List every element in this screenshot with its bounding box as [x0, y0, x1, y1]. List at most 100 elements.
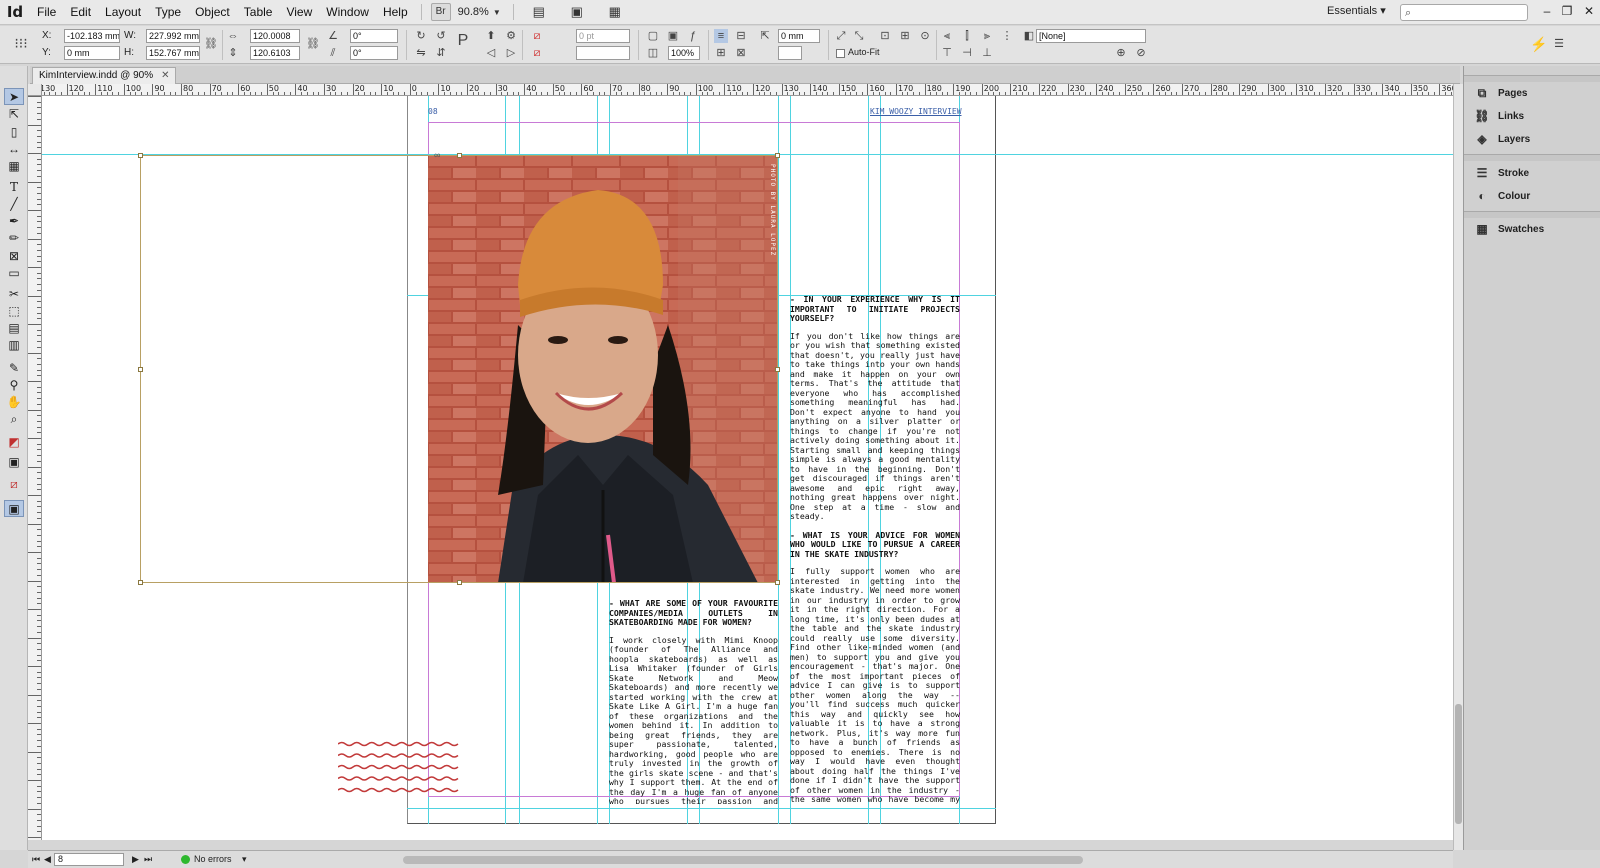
fx-icon[interactable]: ƒ [686, 29, 700, 43]
align-right-icon[interactable]: ⫸ [980, 29, 994, 43]
select-previous-icon[interactable]: ◁ [484, 46, 498, 60]
arrange-documents-icon[interactable]: ▦ [602, 3, 628, 21]
menu-layout[interactable]: Layout [98, 0, 148, 25]
panel-pages[interactable]: ⧉ Pages [1464, 82, 1600, 104]
text-wrap-jump-icon[interactable]: ⊠ [734, 46, 748, 60]
close-icon[interactable]: ✕ [1578, 2, 1600, 20]
resize-handle-r[interactable] [775, 367, 780, 372]
zoom-dropdown-icon[interactable]: ▼ [493, 8, 501, 17]
opacity-field[interactable]: 100% [668, 46, 700, 60]
hand-tool-icon[interactable]: ✋ [4, 394, 24, 411]
h-field[interactable]: 152.767 mm [146, 46, 200, 60]
panel-stroke[interactable]: ☰ Stroke [1464, 162, 1600, 184]
align-bottom-icon[interactable]: ⊥ [980, 46, 994, 60]
menu-edit[interactable]: Edit [63, 0, 98, 25]
eyedropper-tool-icon[interactable]: ⚲ [4, 377, 24, 394]
menu-file[interactable]: File [30, 0, 63, 25]
effects-icon[interactable]: ▣ [666, 29, 680, 43]
text-wrap-bbox-icon[interactable]: ⊟ [734, 29, 748, 43]
scale-x-field[interactable]: 120.0008 [250, 29, 300, 43]
distribute-icon[interactable]: ⋮ [1000, 29, 1014, 43]
stroke-swatch-icon[interactable]: ⧄ [530, 46, 544, 60]
search-input[interactable]: ⌕ [1400, 4, 1528, 21]
panel-swatches[interactable]: ▦ Swatches [1464, 218, 1600, 240]
object-style-select[interactable]: [None] [1036, 29, 1146, 43]
preflight-status[interactable]: No errors [194, 854, 232, 864]
panel-links[interactable]: ⛓ Links [1464, 105, 1600, 127]
constrain-proportions-icon[interactable]: ⛓ [204, 37, 218, 51]
pasteboard[interactable]: 08 KIM WOOZY INTERVIEW PHOTO BY LAURA LO… [42, 96, 1453, 840]
resize-handle-bl[interactable] [138, 580, 143, 585]
w-field[interactable]: 227.992 mm [146, 29, 200, 43]
rotate-cw-icon[interactable]: ↻ [414, 29, 428, 43]
preflight-menu-icon[interactable]: ▾ [242, 854, 247, 865]
scale-y-field[interactable]: 120.6103 [250, 46, 300, 60]
reference-point-icon[interactable]: ⁝⁝⁝ [14, 36, 28, 50]
page-tool-icon[interactable]: ▯ [4, 124, 24, 141]
object-style-clear-icon[interactable]: ⊘ [1134, 46, 1148, 60]
text-frame-middle-column[interactable]: - WHAT ARE SOME OF YOUR FAVOURITE COMPAN… [609, 599, 778, 804]
close-tab-icon[interactable]: ✕ [161, 70, 169, 81]
scissors-tool-icon[interactable]: ✂ [4, 286, 24, 303]
select-content-icon[interactable]: ⚙ [504, 29, 518, 43]
bridge-button[interactable]: Br [430, 3, 451, 21]
apply-none-icon[interactable]: ⧄ [4, 476, 24, 493]
flip-horizontal-icon[interactable]: ⇋ [414, 46, 428, 60]
fit-content-proportional-icon[interactable]: ⤢ [834, 29, 848, 43]
text-frame-right-column[interactable]: - IN YOUR EXPERIENCE WHY IS IT IMPORTANT… [790, 295, 960, 805]
resize-handle-b[interactable] [457, 580, 462, 585]
resize-handle-tr[interactable] [775, 153, 780, 158]
horizontal-scroll-thumb[interactable] [403, 856, 1083, 864]
zoom-level[interactable]: 90.8% [458, 6, 489, 18]
constrain-scale-icon[interactable]: ⛓ [306, 37, 320, 51]
stroke-type-field[interactable] [576, 46, 630, 60]
free-transform-tool-icon[interactable]: ⬚ [4, 303, 24, 320]
rectangle-frame-tool-icon[interactable]: ⊠ [4, 248, 24, 265]
autofit-checkbox[interactable] [836, 49, 845, 58]
gpu-performance-icon[interactable]: ⚡ [1530, 37, 1547, 51]
gradient-swatch-tool-icon[interactable]: ▤ [4, 320, 24, 337]
next-page-icon[interactable]: ▶ [132, 854, 139, 865]
formatting-affects-icon[interactable]: ▣ [4, 454, 24, 471]
page-number-field[interactable]: 8 [54, 853, 124, 866]
column-guide[interactable] [778, 96, 779, 824]
minimize-icon[interactable]: – [1536, 2, 1558, 20]
corner-shape-field[interactable] [778, 46, 802, 60]
align-top-icon[interactable]: ⊤ [940, 46, 954, 60]
menu-window[interactable]: Window [319, 0, 376, 25]
shear-field[interactable]: 0° [350, 46, 398, 60]
rotate-ccw-icon[interactable]: ↺ [434, 29, 448, 43]
fit-frame-content-icon[interactable]: ⊞ [898, 29, 912, 43]
content-collector-icon[interactable]: ▦ [4, 158, 24, 175]
fill-frame-proportional-icon[interactable]: ⤡ [852, 29, 866, 43]
ruler-origin[interactable] [28, 84, 42, 96]
rectangle-tool-icon[interactable]: ▭ [4, 265, 24, 282]
view-options-icon[interactable]: ▤ [526, 3, 552, 21]
vertical-ruler[interactable] [28, 96, 42, 840]
fill-stroke-icon[interactable]: ◩ [4, 434, 24, 451]
restore-icon[interactable]: ❐ [1556, 2, 1578, 20]
y-field[interactable]: 0 mm [64, 46, 120, 60]
resize-handle-l[interactable] [138, 367, 143, 372]
content-grabber-icon[interactable]: ∞ [434, 150, 440, 160]
last-page-icon[interactable]: ⏭ [144, 854, 152, 865]
panel-group-grip[interactable] [1464, 211, 1600, 218]
flip-vertical-icon[interactable]: ⇵ [434, 46, 448, 60]
screen-mode-normal-icon[interactable]: ▣ [4, 500, 24, 517]
rotate-field[interactable]: 0° [350, 29, 398, 43]
fill-swatch-icon[interactable]: ⧄ [530, 29, 544, 43]
horizontal-ruler[interactable]: 1301201101009080706050403020100102030405… [42, 84, 1453, 96]
fit-content-frame-icon[interactable]: ⊡ [878, 29, 892, 43]
line-tool-icon[interactable]: ╱ [4, 196, 24, 213]
workspace-switcher[interactable]: Essentials ▾ [1327, 4, 1386, 17]
menu-table[interactable]: Table [237, 0, 280, 25]
menu-object[interactable]: Object [188, 0, 237, 25]
previous-page-icon[interactable]: ◀ [44, 854, 51, 865]
note-tool-icon[interactable]: ✎ [4, 360, 24, 377]
center-content-icon[interactable]: ⊙ [918, 29, 932, 43]
text-wrap-none-icon[interactable]: ≡ [714, 29, 728, 43]
align-center-icon[interactable]: ⫿ [960, 29, 974, 43]
offset-field[interactable]: 0 mm [778, 29, 820, 43]
menu-help[interactable]: Help [376, 0, 415, 25]
selection-tool-icon[interactable]: ➤ [4, 88, 24, 105]
